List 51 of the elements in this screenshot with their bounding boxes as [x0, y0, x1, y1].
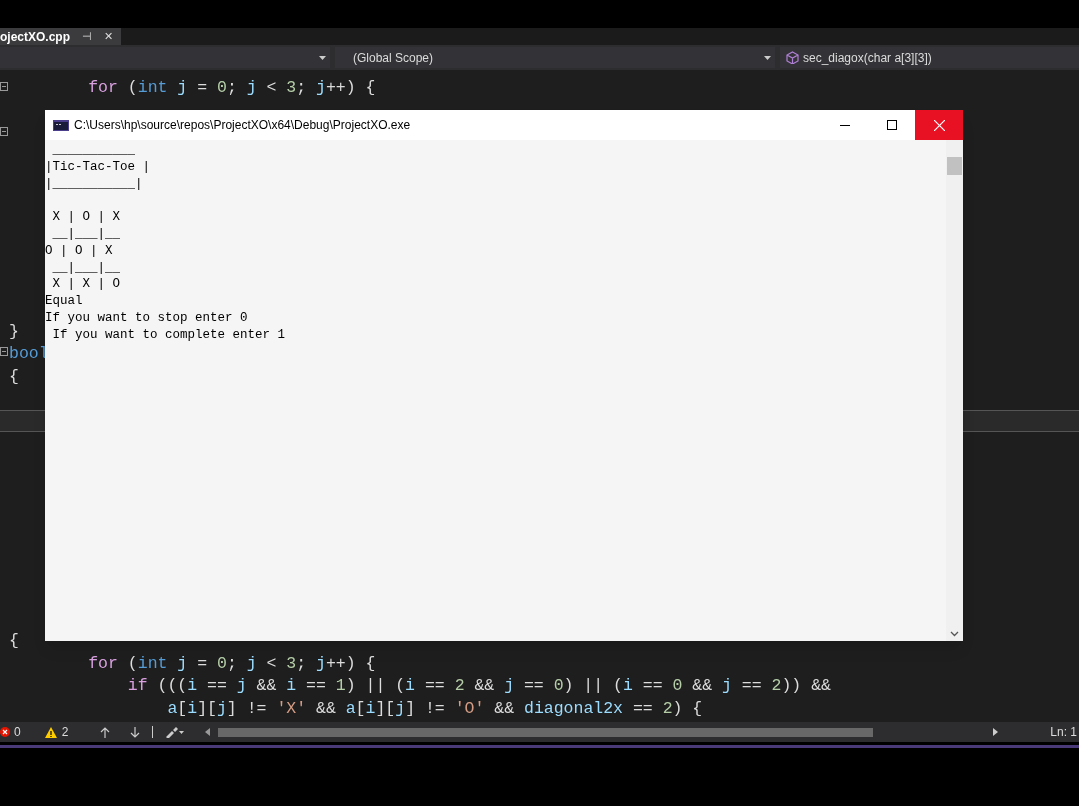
minimize-icon — [839, 124, 850, 126]
code-line: for (int j = 0; j < 3; j++) { — [87, 77, 376, 99]
code-line: } — [9, 320, 19, 343]
close-icon — [933, 119, 945, 131]
member-dropdown[interactable]: sec_diagox(char a[3][3]) — [780, 47, 1079, 68]
console-line: __|___|__ — [51, 259, 121, 277]
fold-icon — [0, 127, 8, 136]
console-line: X | O | X — [51, 209, 121, 226]
window-title: C:\Users\hp\source\repos\ProjectXO\x64\Debug\ProjectXO.exe — [74, 117, 411, 134]
maximize-icon — [886, 120, 897, 130]
warning-count[interactable]: 2 — [61, 723, 69, 741]
code-line: bool — [9, 343, 49, 365]
line-number-indicator: Ln: 1 — [1050, 724, 1078, 741]
project-dropdown[interactable] — [0, 47, 330, 68]
code-line: { — [9, 365, 19, 388]
fold-icon — [0, 347, 8, 356]
code-line: for (int j = 0; j < 3; j++) { — [87, 652, 376, 675]
scroll-left-icon — [205, 728, 211, 736]
console-line: If you want to stop enter 0 — [45, 309, 249, 327]
console-icon — [53, 119, 69, 131]
scroll-right-icon — [993, 728, 999, 736]
error-count[interactable]: 0 — [14, 723, 21, 741]
scroll-down-icon — [950, 631, 959, 637]
pin-button[interactable]: ⊣ — [82, 28, 92, 45]
scrollbar-thumb[interactable] — [218, 727, 874, 737]
console-line: Equal — [45, 293, 84, 310]
warning-icon — [44, 726, 57, 738]
code-line: a[i][j] != 'X' && a[i][j] != 'O' && diagonal2x == 2) { — [166, 697, 703, 720]
console-line: X | X | O — [51, 276, 121, 294]
editor-tab[interactable]: ojectXO.cpp ⊣ ✕ — [0, 28, 121, 45]
member-label: sec_diagox(char a[3][3]) — [803, 49, 932, 67]
console-line: |___________| — [45, 175, 144, 193]
scrollbar-thumb[interactable] — [947, 157, 962, 175]
up-arrow-icon — [100, 726, 111, 738]
down-arrow-icon — [130, 726, 141, 738]
fold-icon — [0, 82, 8, 91]
caret-icon — [319, 55, 326, 60]
error-icon — [0, 727, 10, 737]
caret-icon — [764, 55, 771, 60]
scope-dropdown[interactable]: (Global Scope) — [335, 47, 775, 68]
scope-label: (Global Scope) — [353, 49, 434, 67]
console-line: If you want to complete enter 1 — [51, 326, 287, 344]
code-line: { — [9, 630, 19, 652]
close-button[interactable]: ✕ — [104, 28, 113, 45]
console-line: ___________ — [51, 142, 136, 159]
console-line: __|___|__ — [51, 226, 121, 243]
code-line: if (((i == j && i == 1) || (i == 2 && j == 0) || (i == 0 && j == 2)) && — [126, 675, 831, 697]
console-line: |Tic-Tac-Toe | — [45, 158, 152, 176]
brush-icon — [165, 726, 186, 738]
console-line: O | O | X — [45, 242, 114, 260]
cube-icon — [786, 51, 799, 64]
